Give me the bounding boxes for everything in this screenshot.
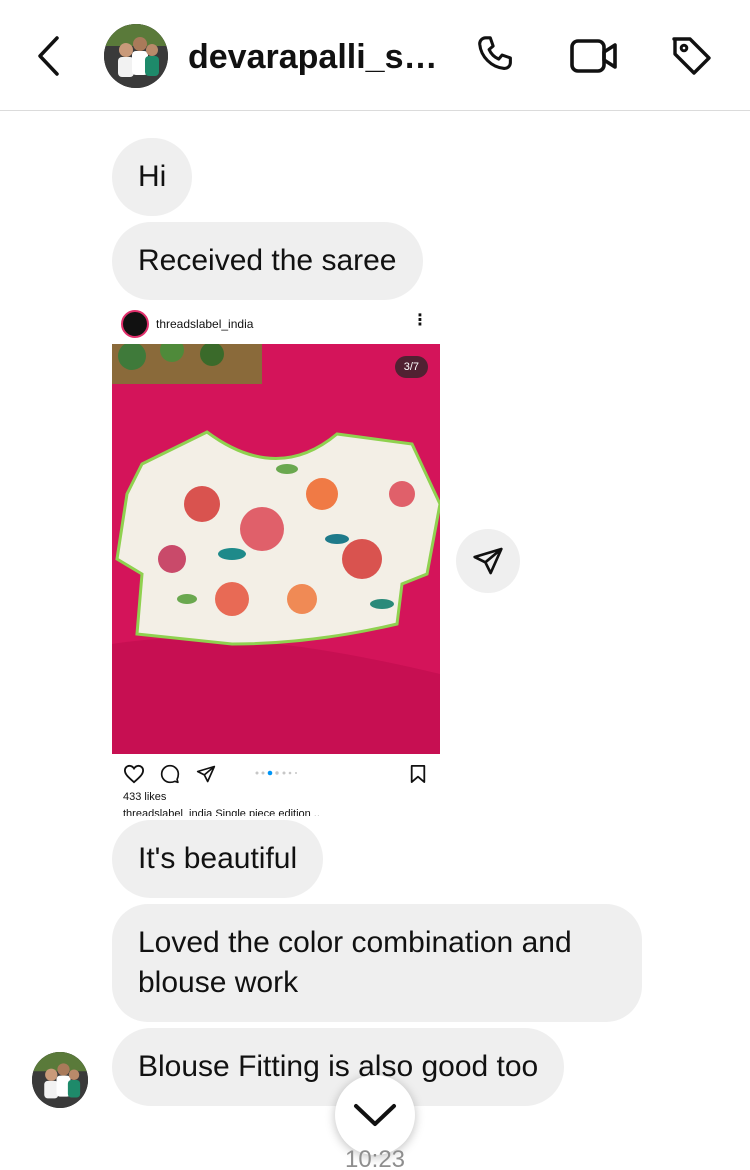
video-camera-icon bbox=[570, 39, 617, 73]
audio-call-button[interactable] bbox=[470, 30, 522, 82]
sender-avatar[interactable] bbox=[32, 1052, 88, 1108]
message-bubble[interactable]: It's beautiful bbox=[112, 820, 324, 898]
comment-icon[interactable] bbox=[160, 764, 180, 784]
send-icon[interactable] bbox=[196, 764, 216, 784]
phone-icon bbox=[478, 36, 512, 70]
chevron-left-icon bbox=[38, 36, 59, 76]
carousel-indicator bbox=[255, 770, 297, 776]
post-header: threadslabel_india ⋮ bbox=[112, 310, 440, 340]
chat-header: devarapalli_sa... bbox=[0, 0, 750, 111]
chevron-down-icon bbox=[354, 1104, 396, 1126]
scroll-to-bottom-button[interactable] bbox=[335, 1075, 415, 1155]
bookmark-icon[interactable] bbox=[409, 764, 427, 784]
post-likes[interactable]: 433 likes bbox=[123, 791, 166, 803]
post-avatar[interactable] bbox=[121, 310, 149, 338]
avatar[interactable] bbox=[104, 24, 168, 88]
back-button[interactable] bbox=[28, 32, 68, 80]
post-username[interactable]: threadslabel_india bbox=[156, 317, 253, 331]
tag-icon bbox=[672, 37, 711, 75]
video-call-button[interactable] bbox=[568, 30, 620, 82]
post-image[interactable]: 3/7 bbox=[112, 344, 440, 754]
message-timestamp: 10:23 bbox=[344, 1146, 406, 1170]
message-text: Received the saree bbox=[138, 244, 397, 277]
more-options-icon[interactable]: ⋮ bbox=[412, 312, 428, 330]
message-bubble[interactable]: Blouse Fitting is also good too bbox=[112, 1028, 565, 1106]
blouse-photo bbox=[112, 344, 440, 754]
chat-username[interactable]: devarapalli_sa... bbox=[188, 36, 450, 78]
message-text: Blouse Fitting is also good too bbox=[138, 1050, 539, 1083]
message-text: It's beautiful bbox=[138, 842, 298, 875]
message-bubble[interactable]: Hi bbox=[112, 138, 193, 216]
image-counter: 3/7 bbox=[394, 356, 428, 378]
send-icon bbox=[473, 547, 503, 575]
post-actions bbox=[112, 762, 440, 784]
message-text: Hi bbox=[138, 160, 167, 193]
message-bubble[interactable]: Received the saree bbox=[112, 222, 423, 300]
shared-post[interactable]: threadslabel_india ⋮ 3/7 433 likes threa… bbox=[112, 304, 440, 816]
message-text: Loved the color combination and blouse w… bbox=[138, 926, 572, 999]
post-caption: threadslabel_india Single piece edition … bbox=[123, 808, 320, 816]
label-button[interactable] bbox=[666, 30, 718, 82]
heart-icon[interactable] bbox=[123, 764, 145, 784]
message-bubble[interactable]: Loved the color combination and blouse w… bbox=[112, 904, 642, 1022]
share-button[interactable] bbox=[456, 529, 520, 593]
